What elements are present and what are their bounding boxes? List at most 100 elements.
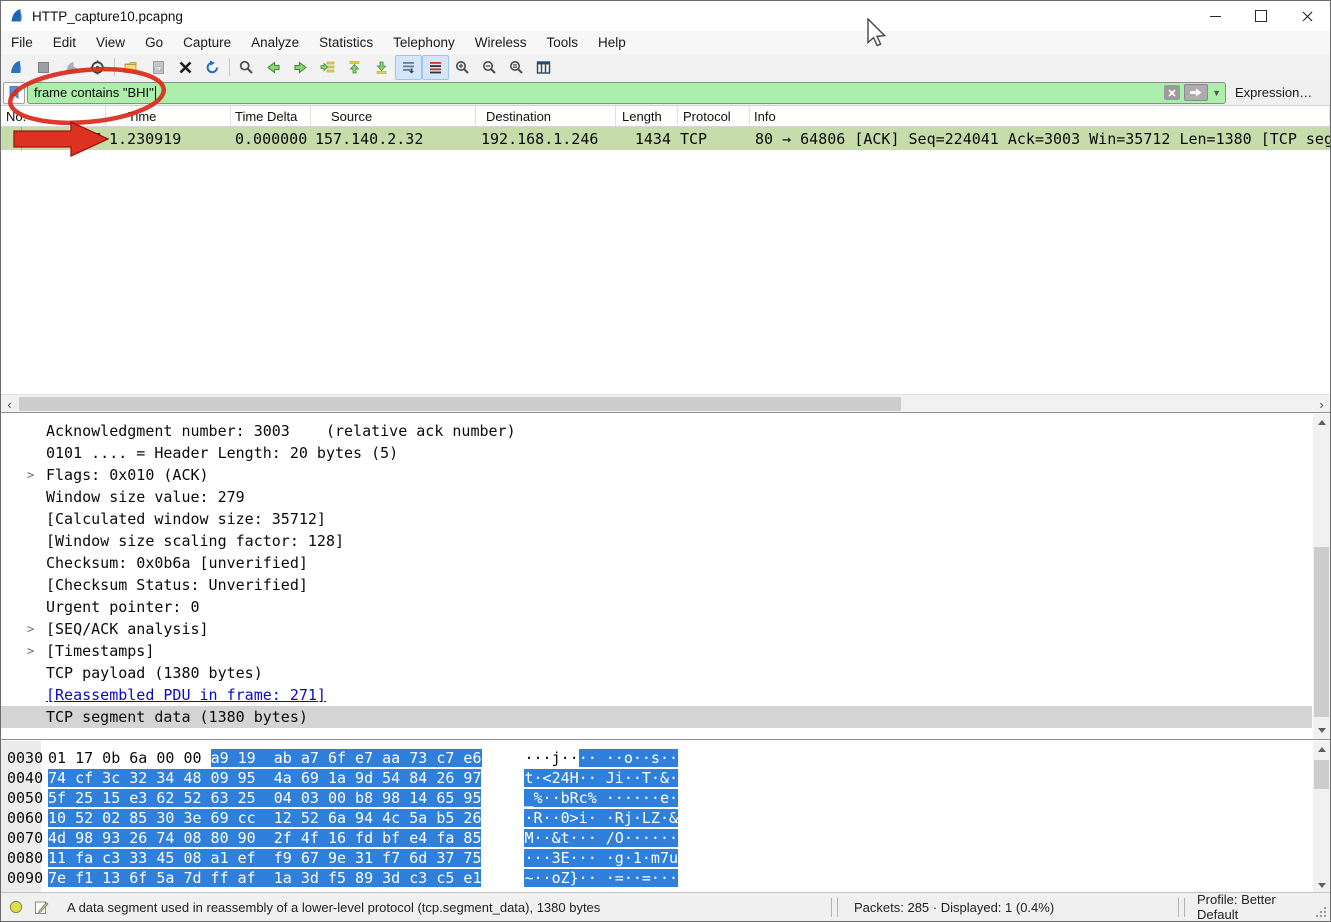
- scroll-down-icon[interactable]: [1313, 722, 1330, 739]
- column-header-time[interactable]: Time: [106, 106, 231, 126]
- apply-filter-button[interactable]: [1184, 84, 1208, 101]
- detail-row[interactable]: [Reassembled PDU in frame: 271]: [1, 684, 1312, 706]
- packet-row[interactable]: 246 1.230919 0.000000 157.140.2.32 192.1…: [1, 127, 1330, 150]
- hex-row[interactable]: 0060 10 52 02 85 30 3e 69 cc 12 52 6a 94…: [1, 808, 1312, 828]
- packet-details-pane: Acknowledgment number: 3003 (relative ac…: [1, 412, 1330, 739]
- detail-row[interactable]: TCP segment data (1380 bytes): [1, 706, 1312, 728]
- cell-source: 157.140.2.32: [311, 130, 476, 148]
- expander-icon[interactable]: >: [27, 622, 46, 636]
- go-forward-icon[interactable]: [287, 55, 314, 80]
- detail-row[interactable]: Urgent pointer: 0: [1, 596, 1312, 618]
- detail-row[interactable]: [Checksum Status: Unverified]: [1, 574, 1312, 596]
- column-header-time-delta[interactable]: Time Delta: [231, 106, 311, 126]
- zoom-out-icon[interactable]: [476, 55, 503, 80]
- display-filter-input[interactable]: frame contains "BHI" ▼: [27, 82, 1226, 104]
- detail-row[interactable]: [Window size scaling factor: 128]: [1, 530, 1312, 552]
- find-packet-icon[interactable]: [233, 55, 260, 80]
- menu-item-capture[interactable]: Capture: [173, 31, 241, 54]
- capture-options-icon[interactable]: [84, 55, 111, 80]
- clear-filter-button[interactable]: [1164, 85, 1180, 100]
- scroll-up-icon[interactable]: [1313, 414, 1330, 431]
- hscroll-thumb[interactable]: [19, 397, 901, 411]
- hex-row[interactable]: 0080 11 fa c3 33 45 08 a1 ef f9 67 9e 31…: [1, 848, 1312, 868]
- go-to-packet-icon[interactable]: [314, 55, 341, 80]
- menu-item-telephony[interactable]: Telephony: [383, 31, 465, 54]
- scroll-left-icon[interactable]: ‹: [1, 395, 18, 413]
- column-header-no-[interactable]: No.: [1, 106, 106, 126]
- menu-item-wireless[interactable]: Wireless: [465, 31, 537, 54]
- menu-item-edit[interactable]: Edit: [43, 31, 86, 54]
- close-file-icon[interactable]: [172, 55, 199, 80]
- restart-capture-icon[interactable]: [57, 55, 84, 80]
- menu-item-statistics[interactable]: Statistics: [309, 31, 383, 54]
- hex-row[interactable]: 0050 5f 25 15 e3 62 52 63 25 04 03 00 b8…: [1, 788, 1312, 808]
- profile-text[interactable]: Profile: Better Default: [1197, 892, 1276, 922]
- zoom-in-icon[interactable]: [449, 55, 476, 80]
- detail-row[interactable]: > Flags: 0x010 (ACK): [1, 464, 1312, 486]
- resize-grip[interactable]: [1315, 906, 1328, 919]
- filter-dropdown-icon[interactable]: ▼: [1212, 88, 1221, 98]
- details-vscroll-thumb[interactable]: [1314, 547, 1329, 717]
- menu-item-tools[interactable]: Tools: [536, 31, 588, 54]
- hex-row[interactable]: 0030 01 17 0b 6a 00 00 a9 19 ab a7 6f e7…: [1, 748, 1312, 768]
- detail-row[interactable]: TCP payload (1380 bytes): [1, 662, 1312, 684]
- filter-bookmark-button[interactable]: [3, 82, 25, 104]
- open-file-icon[interactable]: [118, 55, 145, 80]
- hex-row[interactable]: 0040 74 cf 3c 32 34 48 09 95 4a 69 1a 9d…: [1, 768, 1312, 788]
- column-header-length[interactable]: Length: [616, 106, 678, 126]
- hex-vscrollbar[interactable]: [1313, 741, 1330, 894]
- wireshark-fin-start-capture-icon[interactable]: [3, 55, 30, 80]
- cell-length: 1434: [616, 130, 678, 148]
- hex-row[interactable]: 0090 7e f1 13 6f 5a 7d ff af 1a 3d f5 89…: [1, 868, 1312, 888]
- expander-icon[interactable]: >: [27, 468, 46, 482]
- scroll-right-icon[interactable]: ›: [1313, 395, 1330, 413]
- menu-item-analyze[interactable]: Analyze: [241, 31, 309, 54]
- cell-time-delta: 0.000000: [231, 130, 311, 148]
- expert-info-icon[interactable]: [9, 900, 23, 914]
- toolbar-separator: [229, 58, 230, 76]
- colorize-toggle-icon[interactable]: [422, 55, 449, 80]
- filter-bar: frame contains "BHI" ▼ Expression… +: [1, 80, 1330, 106]
- menu-item-view[interactable]: View: [86, 31, 135, 54]
- scroll-up-icon[interactable]: [1313, 741, 1330, 758]
- hex-offset: 0040: [1, 769, 41, 787]
- wireshark-window: HTTP_capture10.pcapng FileEditViewGoCapt…: [0, 0, 1331, 922]
- details-vscrollbar[interactable]: [1313, 414, 1330, 739]
- column-header-destination[interactable]: Destination: [476, 106, 616, 126]
- detail-row[interactable]: > [SEQ/ACK analysis]: [1, 618, 1312, 640]
- hex-vscroll-thumb[interactable]: [1314, 760, 1329, 789]
- expression-button[interactable]: Expression…: [1235, 85, 1312, 100]
- packet-list-hscrollbar[interactable]: ‹ ›: [1, 394, 1330, 413]
- zoom-reset-icon[interactable]: [503, 55, 530, 80]
- detail-row[interactable]: [Calculated window size: 35712]: [1, 508, 1312, 530]
- expander-icon[interactable]: >: [27, 644, 46, 658]
- hex-offset: 0030: [1, 749, 41, 767]
- go-back-icon[interactable]: [260, 55, 287, 80]
- go-to-bottom-icon[interactable]: [368, 55, 395, 80]
- close-button[interactable]: [1284, 1, 1330, 31]
- capture-comment-icon[interactable]: [34, 900, 49, 915]
- resize-columns-icon[interactable]: [530, 55, 557, 80]
- detail-row[interactable]: > [Timestamps]: [1, 640, 1312, 662]
- wireshark-logo-icon: [9, 8, 25, 24]
- minimize-button[interactable]: [1192, 1, 1238, 31]
- menu-item-help[interactable]: Help: [588, 31, 636, 54]
- auto-scroll-toggle-icon[interactable]: [395, 55, 422, 80]
- go-to-top-icon[interactable]: [341, 55, 368, 80]
- column-header-source[interactable]: Source: [311, 106, 476, 126]
- menu-item-go[interactable]: Go: [135, 31, 173, 54]
- svg-text:010: 010: [156, 67, 162, 71]
- maximize-button[interactable]: [1238, 1, 1284, 31]
- detail-row[interactable]: Acknowledgment number: 3003 (relative ac…: [1, 420, 1312, 442]
- save-file-icon[interactable]: 010: [145, 55, 172, 80]
- detail-row[interactable]: Window size value: 279: [1, 486, 1312, 508]
- reload-file-icon[interactable]: [199, 55, 226, 80]
- column-header-info[interactable]: Info: [750, 106, 1330, 126]
- column-header-protocol[interactable]: Protocol: [678, 106, 750, 126]
- detail-row[interactable]: Checksum: 0x0b6a [unverified]: [1, 552, 1312, 574]
- stop-capture-icon[interactable]: [30, 55, 57, 80]
- hex-offset: 0070: [1, 829, 41, 847]
- hex-row[interactable]: 0070 4d 98 93 26 74 08 80 90 2f 4f 16 fd…: [1, 828, 1312, 848]
- menu-item-file[interactable]: File: [1, 31, 43, 54]
- detail-row[interactable]: 0101 .... = Header Length: 20 bytes (5): [1, 442, 1312, 464]
